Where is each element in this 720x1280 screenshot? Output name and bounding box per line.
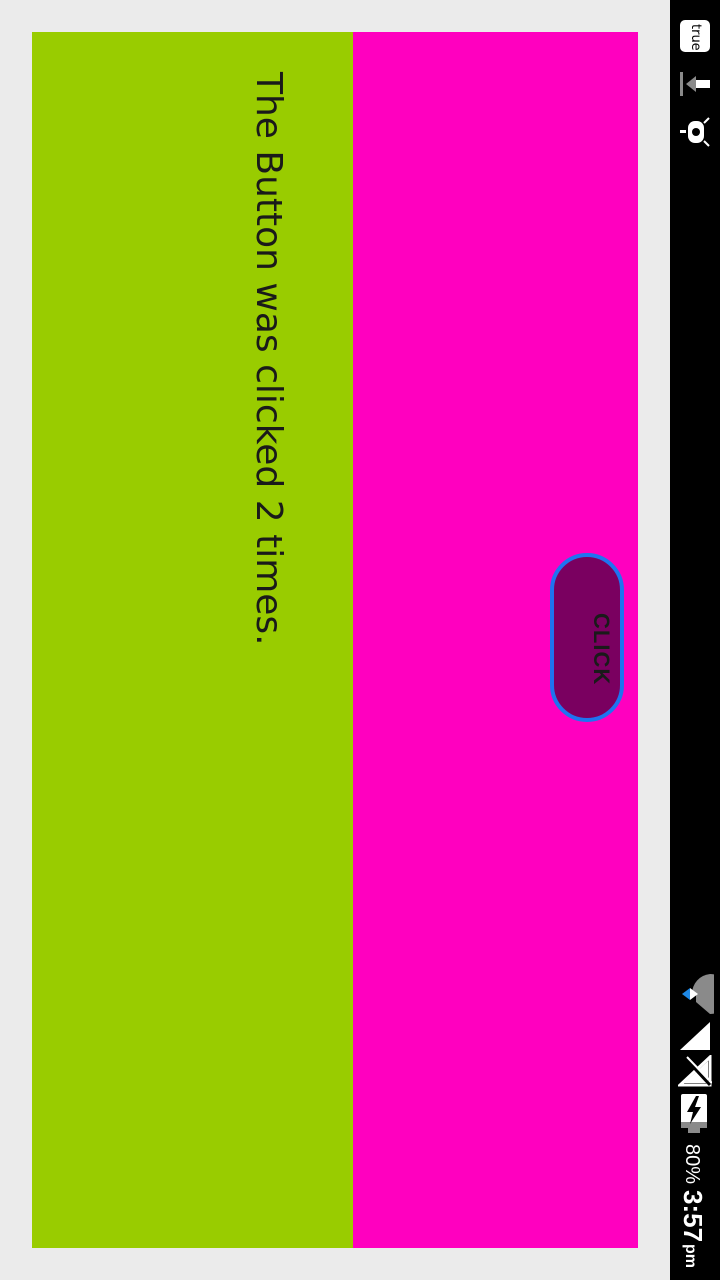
status-bar: true 80% 3:57 pm — [670, 0, 720, 1280]
signal-icon — [680, 1022, 710, 1050]
app-root: The Button was clicked 2 times. CLICK tr… — [0, 0, 720, 1280]
true-badge: true — [680, 20, 710, 52]
click-button[interactable]: CLICK — [550, 553, 624, 722]
no-sim-icon — [678, 1055, 712, 1087]
battery-percent: 80% — [681, 1144, 703, 1185]
clock-am-pm: pm — [682, 1244, 699, 1268]
left-panel — [32, 32, 353, 1248]
click-button-label: CLICK — [589, 613, 614, 686]
battery-charging-icon — [681, 1094, 707, 1133]
click-count-message: The Button was clicked 2 times. — [248, 72, 289, 646]
usb-debug-icon — [680, 72, 710, 96]
true-badge-label: true — [688, 24, 703, 51]
bug-icon — [680, 117, 710, 147]
clock-time: 3:57 — [678, 1190, 708, 1243]
data-saver-icon — [682, 974, 714, 1014]
